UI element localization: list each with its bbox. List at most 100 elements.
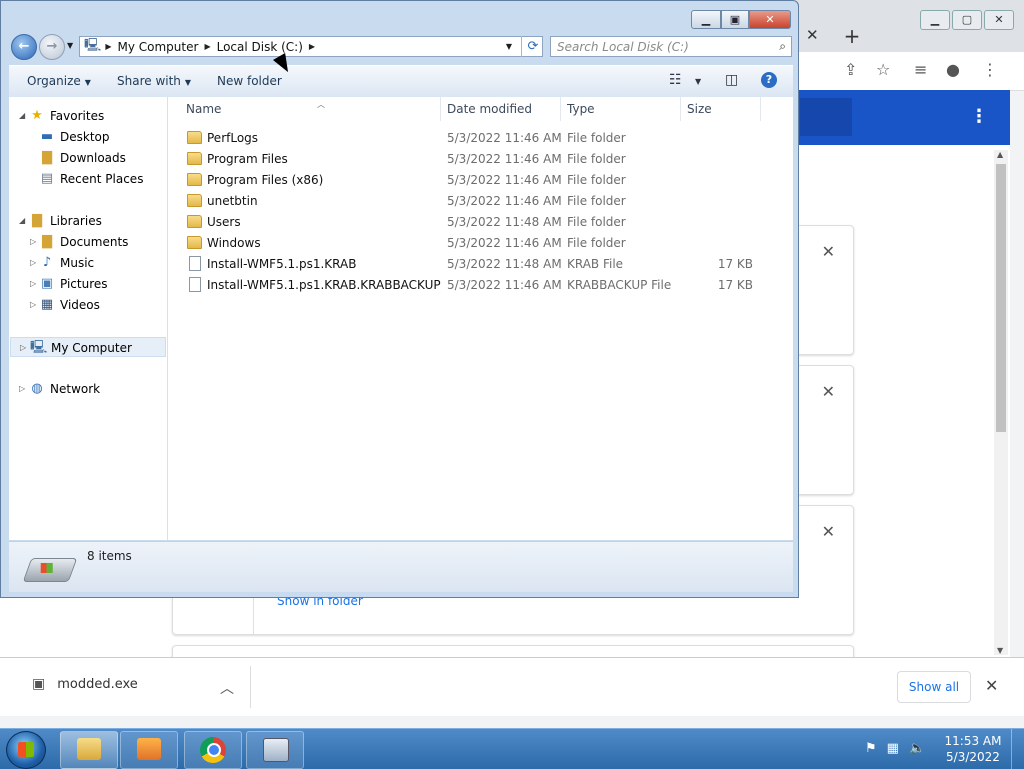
taskbar-explorer-button[interactable] — [60, 731, 118, 769]
nav-item-videos[interactable]: ▷ ▦ Videos — [9, 295, 167, 315]
expand-arrow-icon[interactable]: ◢ — [19, 106, 25, 126]
breadcrumb-my-computer[interactable]: My Computer — [112, 40, 205, 54]
view-options-dropdown-icon[interactable]: ▼ — [695, 77, 701, 86]
share-icon[interactable]: ⇪ — [844, 60, 857, 79]
close-download-shelf-icon[interactable]: ✕ — [985, 676, 998, 695]
page-menu-icon[interactable]: ⋮ — [970, 106, 988, 127]
address-dropdown-icon[interactable]: ▼ — [506, 42, 512, 51]
taskbar-app-button[interactable] — [246, 731, 304, 769]
taskbar-clock[interactable]: 11:53 AM 5/3/2022 — [938, 733, 1008, 765]
organize-button[interactable]: Organize ▼ — [27, 74, 91, 88]
chrome-scrollbar[interactable]: ▲ ▼ — [994, 150, 1008, 655]
volume-icon[interactable]: 🔈 — [909, 741, 925, 756]
column-header-type[interactable]: Type — [561, 97, 681, 121]
expand-arrow-icon[interactable]: ▷ — [20, 338, 26, 358]
file-date: 5/3/2022 11:46 AM — [447, 173, 562, 187]
file-size: 17 KB — [717, 257, 753, 271]
expand-arrow-icon[interactable]: ◢ — [19, 211, 25, 231]
preview-pane-icon[interactable]: ◫ — [725, 72, 738, 88]
expand-arrow-icon[interactable]: ▷ — [30, 232, 36, 252]
nav-item-documents[interactable]: ▷ ▇ Documents — [9, 232, 167, 252]
command-bar: Organize ▼ Share with ▼ New folder ☷ ▼ ◫ ? — [9, 65, 793, 98]
help-icon[interactable]: ? — [761, 72, 777, 88]
search-icon[interactable]: ⌕ — [779, 39, 786, 54]
chrome-maximize-button[interactable]: ▢ — [952, 10, 982, 30]
remove-card-icon[interactable]: ✕ — [822, 242, 835, 261]
forward-button[interactable]: → — [39, 34, 65, 60]
nav-label-pictures: Pictures — [60, 277, 108, 291]
show-all-button[interactable]: Show all — [897, 671, 971, 703]
expand-arrow-icon[interactable]: ▷ — [30, 253, 36, 273]
taskbar-media-player-button[interactable] — [120, 731, 178, 769]
chrome-icon — [200, 737, 226, 763]
taskbar: ⚑ ▦ 🔈 11:53 AM 5/3/2022 — [0, 728, 1024, 769]
file-row[interactable]: Install-WMF5.1.ps1.KRAB.KRABBACKUP 5/3/2… — [168, 275, 768, 296]
share-with-button[interactable]: Share with ▼ — [117, 74, 191, 88]
nav-item-desktop[interactable]: ▬ Desktop — [9, 127, 167, 147]
desktop-icon: ▬ — [40, 129, 54, 144]
scrollbar-thumb[interactable] — [996, 164, 1006, 432]
expand-arrow-icon[interactable]: ▷ — [30, 295, 36, 315]
recent-pages-dropdown-icon[interactable]: ▼ — [67, 41, 73, 50]
chrome-menu-icon[interactable]: ⋮ — [982, 60, 998, 79]
nav-item-favorites[interactable]: ◢ ★ Favorites — [9, 106, 167, 126]
remove-card-icon[interactable]: ✕ — [822, 382, 835, 401]
expand-arrow-icon[interactable]: ▷ — [30, 274, 36, 294]
refresh-button[interactable]: ⟳ — [521, 36, 544, 57]
network-tray-icon[interactable]: ▦ — [887, 741, 899, 756]
new-folder-button[interactable]: New folder — [217, 74, 282, 88]
search-placeholder: Search Local Disk (C:) — [557, 40, 689, 54]
file-row[interactable]: Windows 5/3/2022 11:46 AM File folder — [168, 233, 768, 254]
column-header-size[interactable]: Size — [681, 97, 761, 121]
expand-arrow-icon[interactable]: ▷ — [19, 379, 25, 399]
breadcrumb-separator-icon[interactable]: ▶ — [309, 42, 315, 51]
nav-item-music[interactable]: ▷ ♪ Music — [9, 253, 167, 273]
file-row[interactable]: Users 5/3/2022 11:48 AM File folder — [168, 212, 768, 233]
file-name: Install-WMF5.1.ps1.KRAB — [207, 257, 357, 271]
remove-card-icon[interactable]: ✕ — [822, 522, 835, 541]
start-button[interactable] — [6, 731, 46, 769]
address-bar[interactable]: 🖳 ▶ My Computer ▶ Local Disk (C:) ▶ ▼ — [79, 36, 543, 57]
change-view-icon[interactable]: ☷ — [669, 72, 682, 88]
show-desktop-button[interactable] — [1011, 729, 1024, 769]
nav-item-network[interactable]: ▷ ◍ Network — [9, 379, 167, 399]
chevron-up-icon[interactable]: ︿ — [220, 678, 234, 698]
taskbar-chrome-button[interactable] — [184, 731, 242, 769]
nav-item-pictures[interactable]: ▷ ▣ Pictures — [9, 274, 167, 294]
bookmark-star-icon[interactable]: ☆ — [876, 60, 890, 79]
nav-item-recent-places[interactable]: ▤ Recent Places — [9, 169, 167, 189]
download-item[interactable]: ▣ modded.exe — [32, 676, 138, 692]
scroll-down-icon[interactable]: ▼ — [997, 646, 1003, 655]
chrome-minimize-button[interactable]: ▁ — [920, 10, 950, 30]
profile-icon[interactable]: ● — [946, 60, 960, 79]
libraries-icon: ▇ — [32, 213, 42, 228]
close-button[interactable]: ✕ — [749, 10, 791, 29]
file-row[interactable]: Program Files (x86) 5/3/2022 11:46 AM Fi… — [168, 170, 768, 191]
file-row[interactable]: Program Files 5/3/2022 11:46 AM File fol… — [168, 149, 768, 170]
nav-label-libraries: Libraries — [50, 214, 102, 228]
maximize-button[interactable]: ▣ — [721, 10, 749, 29]
file-row[interactable]: PerfLogs 5/3/2022 11:46 AM File folder — [168, 128, 768, 149]
music-icon: ♪ — [42, 255, 52, 270]
chrome-close-button[interactable]: ✕ — [984, 10, 1014, 30]
navigation-row: ← → ▼ 🖳 ▶ My Computer ▶ Local Disk (C:) … — [9, 33, 793, 61]
minimize-button[interactable]: ▁ — [691, 10, 721, 29]
breadcrumb-local-disk[interactable]: Local Disk (C:) — [211, 40, 309, 54]
nav-item-libraries[interactable]: ◢ ▇ Libraries — [9, 211, 167, 231]
new-tab-icon[interactable]: + — [842, 26, 862, 46]
tab-close-icon[interactable]: ✕ — [806, 26, 819, 44]
scroll-up-icon[interactable]: ▲ — [997, 150, 1003, 159]
search-input[interactable]: Search Local Disk (C:) ⌕ — [550, 36, 792, 57]
nav-item-my-computer[interactable]: ▷ 🖳 My Computer — [10, 337, 166, 357]
column-header-name[interactable]: ︿ Name — [180, 97, 441, 121]
file-type: File folder — [567, 236, 626, 250]
navigation-pane: ◢ ★ Favorites ▬ Desktop ▇ Downloads ▤ Re… — [9, 97, 168, 540]
file-row[interactable]: Install-WMF5.1.ps1.KRAB 5/3/2022 11:48 A… — [168, 254, 768, 275]
column-header-date-modified[interactable]: Date modified — [441, 97, 561, 121]
action-center-flag-icon[interactable]: ⚑ — [865, 741, 877, 756]
nav-item-downloads[interactable]: ▇ Downloads — [9, 148, 167, 168]
back-button[interactable]: ← — [11, 34, 37, 60]
downloads-folder-icon: ▇ — [42, 150, 52, 165]
reading-list-icon[interactable]: ≡ — [914, 60, 927, 79]
file-row[interactable]: unetbtin 5/3/2022 11:46 AM File folder — [168, 191, 768, 212]
